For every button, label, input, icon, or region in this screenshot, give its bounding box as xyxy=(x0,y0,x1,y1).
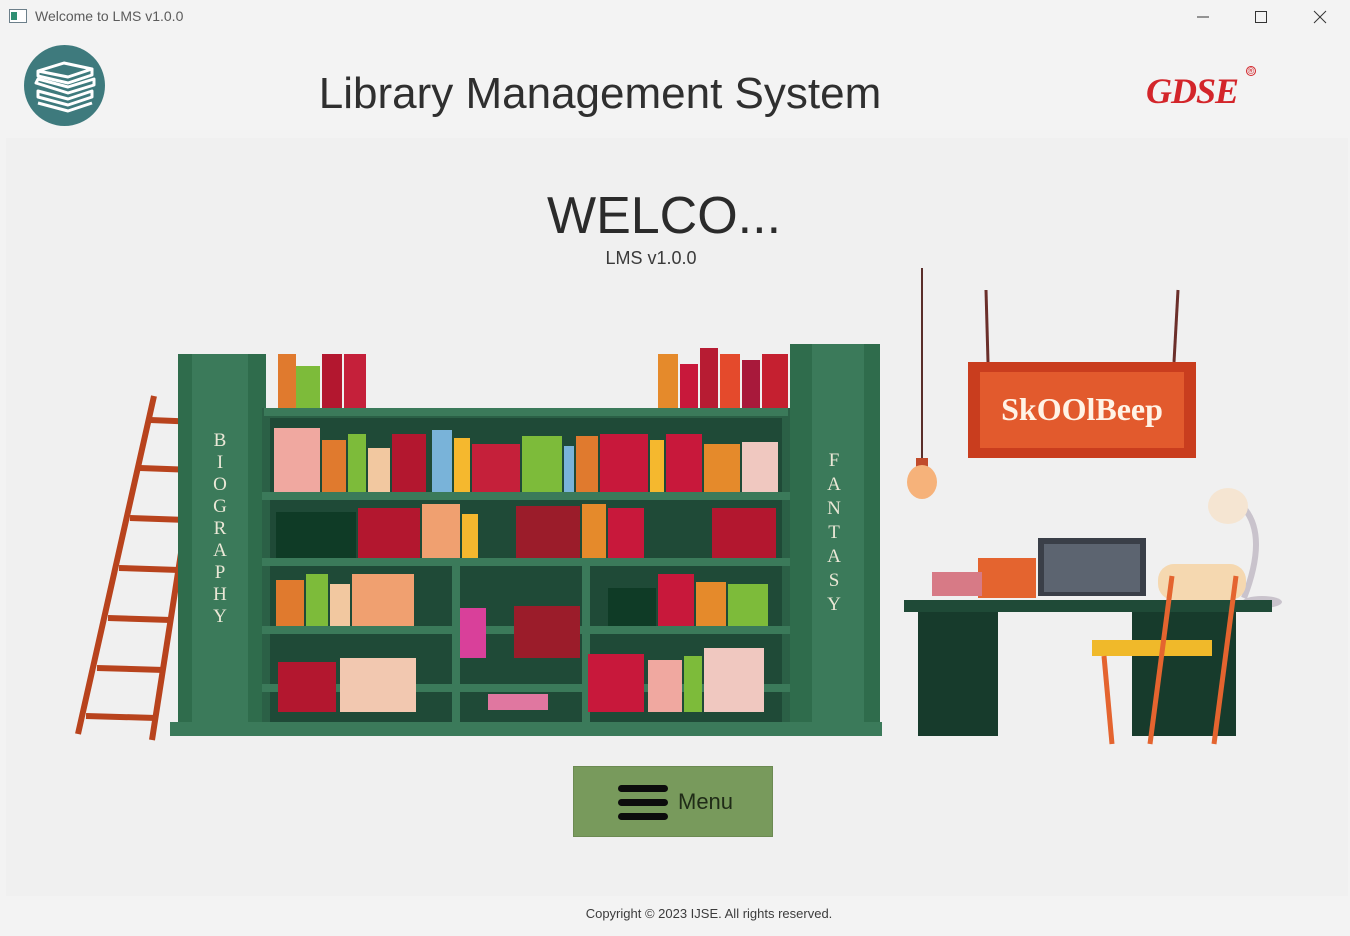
biography-book: BIOGRAPHY xyxy=(178,354,266,734)
menu-button-label: Menu xyxy=(678,789,734,814)
copyright-text: Copyright © 2023 IJSE. All rights reserv… xyxy=(585,906,833,921)
library-illustration: BIOGRAPHY FANTASY SkOOlBeep xyxy=(75,268,1282,745)
maximize-button[interactable] xyxy=(1232,0,1290,34)
window-title: Welcome to LMS v1.0.0 xyxy=(35,8,184,24)
window-titlebar: Welcome to LMS v1.0.0 xyxy=(0,0,1350,34)
version-label: LMS v1.0.0 xyxy=(605,248,697,268)
hamburger-icon xyxy=(618,785,668,821)
app-title: Library Management System xyxy=(318,69,882,118)
maximize-icon xyxy=(1255,11,1267,23)
welcome-heading: WELCO... xyxy=(546,187,782,245)
books-stack-icon xyxy=(24,45,105,126)
hanging-lamp xyxy=(907,268,937,499)
app-window-icon xyxy=(9,9,27,23)
sign-text: SkOOlBeep xyxy=(1001,391,1163,427)
close-button[interactable] xyxy=(1291,0,1349,34)
close-icon xyxy=(1313,10,1327,24)
welcome-panel: WELCO... LMS v1.0.0 BIOGRAPHY FANTASY Sk… xyxy=(6,138,1348,896)
minimize-button[interactable] xyxy=(1174,0,1232,34)
skoolbeep-sign: SkOOlBeep xyxy=(968,289,1196,458)
registered-mark: ® xyxy=(1246,66,1256,76)
app-footer: Copyright © 2023 IJSE. All rights reserv… xyxy=(0,896,1350,936)
fantasy-label: FANTASY xyxy=(827,450,841,615)
fantasy-book: FANTASY xyxy=(790,344,880,734)
gdse-logo: GDSE xyxy=(1146,71,1239,111)
app-header: Library Management System GDSE ® xyxy=(0,34,1350,138)
minimize-icon xyxy=(1197,16,1209,18)
menu-button[interactable]: Menu xyxy=(573,766,773,837)
desk-image xyxy=(904,538,1272,745)
